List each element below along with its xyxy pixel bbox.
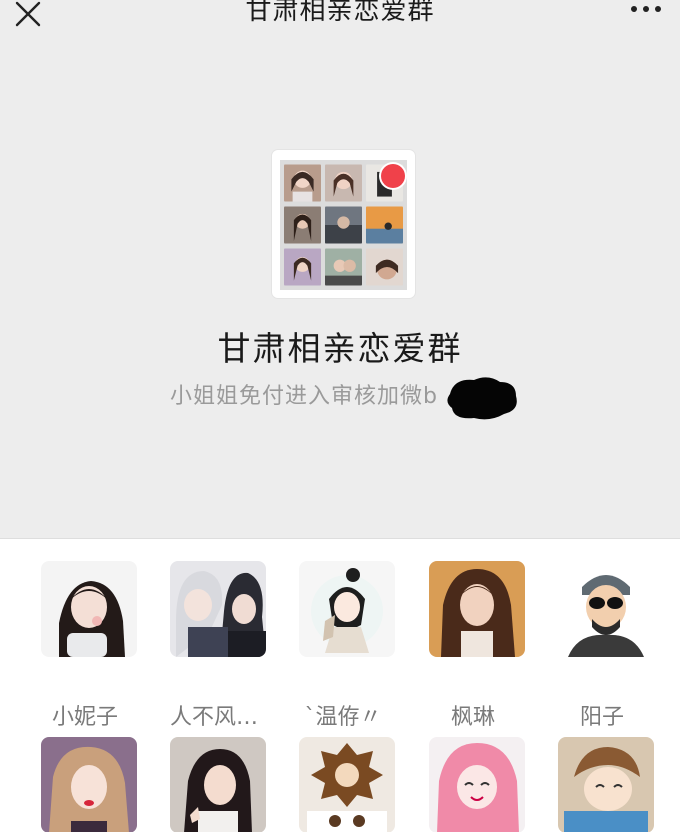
avatar[interactable] — [429, 737, 525, 832]
redaction-mark — [444, 372, 522, 424]
avatar[interactable] — [299, 737, 395, 832]
nav-bar: 甘肃相亲恋爱群 — [0, 0, 680, 50]
members-panel: 小妮子 人不风… `温侟〃 枫琳 阳子 — [0, 538, 680, 832]
member-name: 人不风… — [169, 705, 258, 730]
avatar[interactable] — [429, 561, 525, 657]
member-thumbnail — [366, 206, 403, 244]
group-avatar[interactable] — [272, 150, 415, 298]
group-qr-page: 甘肃相亲恋爱群 甘肃相亲恋爱群 小姐姐免付进入审核加微b 小妮子 人不风… `温… — [0, 0, 680, 832]
group-name: 甘肃相亲恋爱群 — [217, 329, 463, 368]
avatar[interactable] — [558, 561, 654, 657]
group-description: 小姐姐免付进入审核加微b — [170, 384, 438, 409]
member-name: 小妮子 — [51, 705, 118, 730]
avatar[interactable] — [170, 737, 266, 832]
member-thumbnail — [325, 248, 362, 286]
member-thumbnail — [366, 248, 403, 286]
unread-badge — [381, 164, 405, 188]
member-name: 阳子 — [579, 705, 624, 730]
avatar[interactable] — [558, 737, 654, 832]
avatar[interactable] — [41, 737, 137, 832]
member-name: `温侟〃 — [304, 705, 382, 730]
more-icon[interactable] — [626, 0, 666, 20]
member-thumbnail — [325, 206, 362, 244]
avatar[interactable] — [41, 561, 137, 657]
member-name: 枫琳 — [450, 705, 495, 730]
page-title: 甘肃相亲恋爱群 — [245, 0, 435, 26]
member-thumbnail — [284, 206, 321, 244]
avatar[interactable] — [170, 561, 266, 657]
member-thumbnail — [284, 164, 321, 202]
member-thumbnail — [284, 248, 321, 286]
avatar[interactable] — [299, 561, 395, 657]
member-thumbnail — [325, 164, 362, 202]
